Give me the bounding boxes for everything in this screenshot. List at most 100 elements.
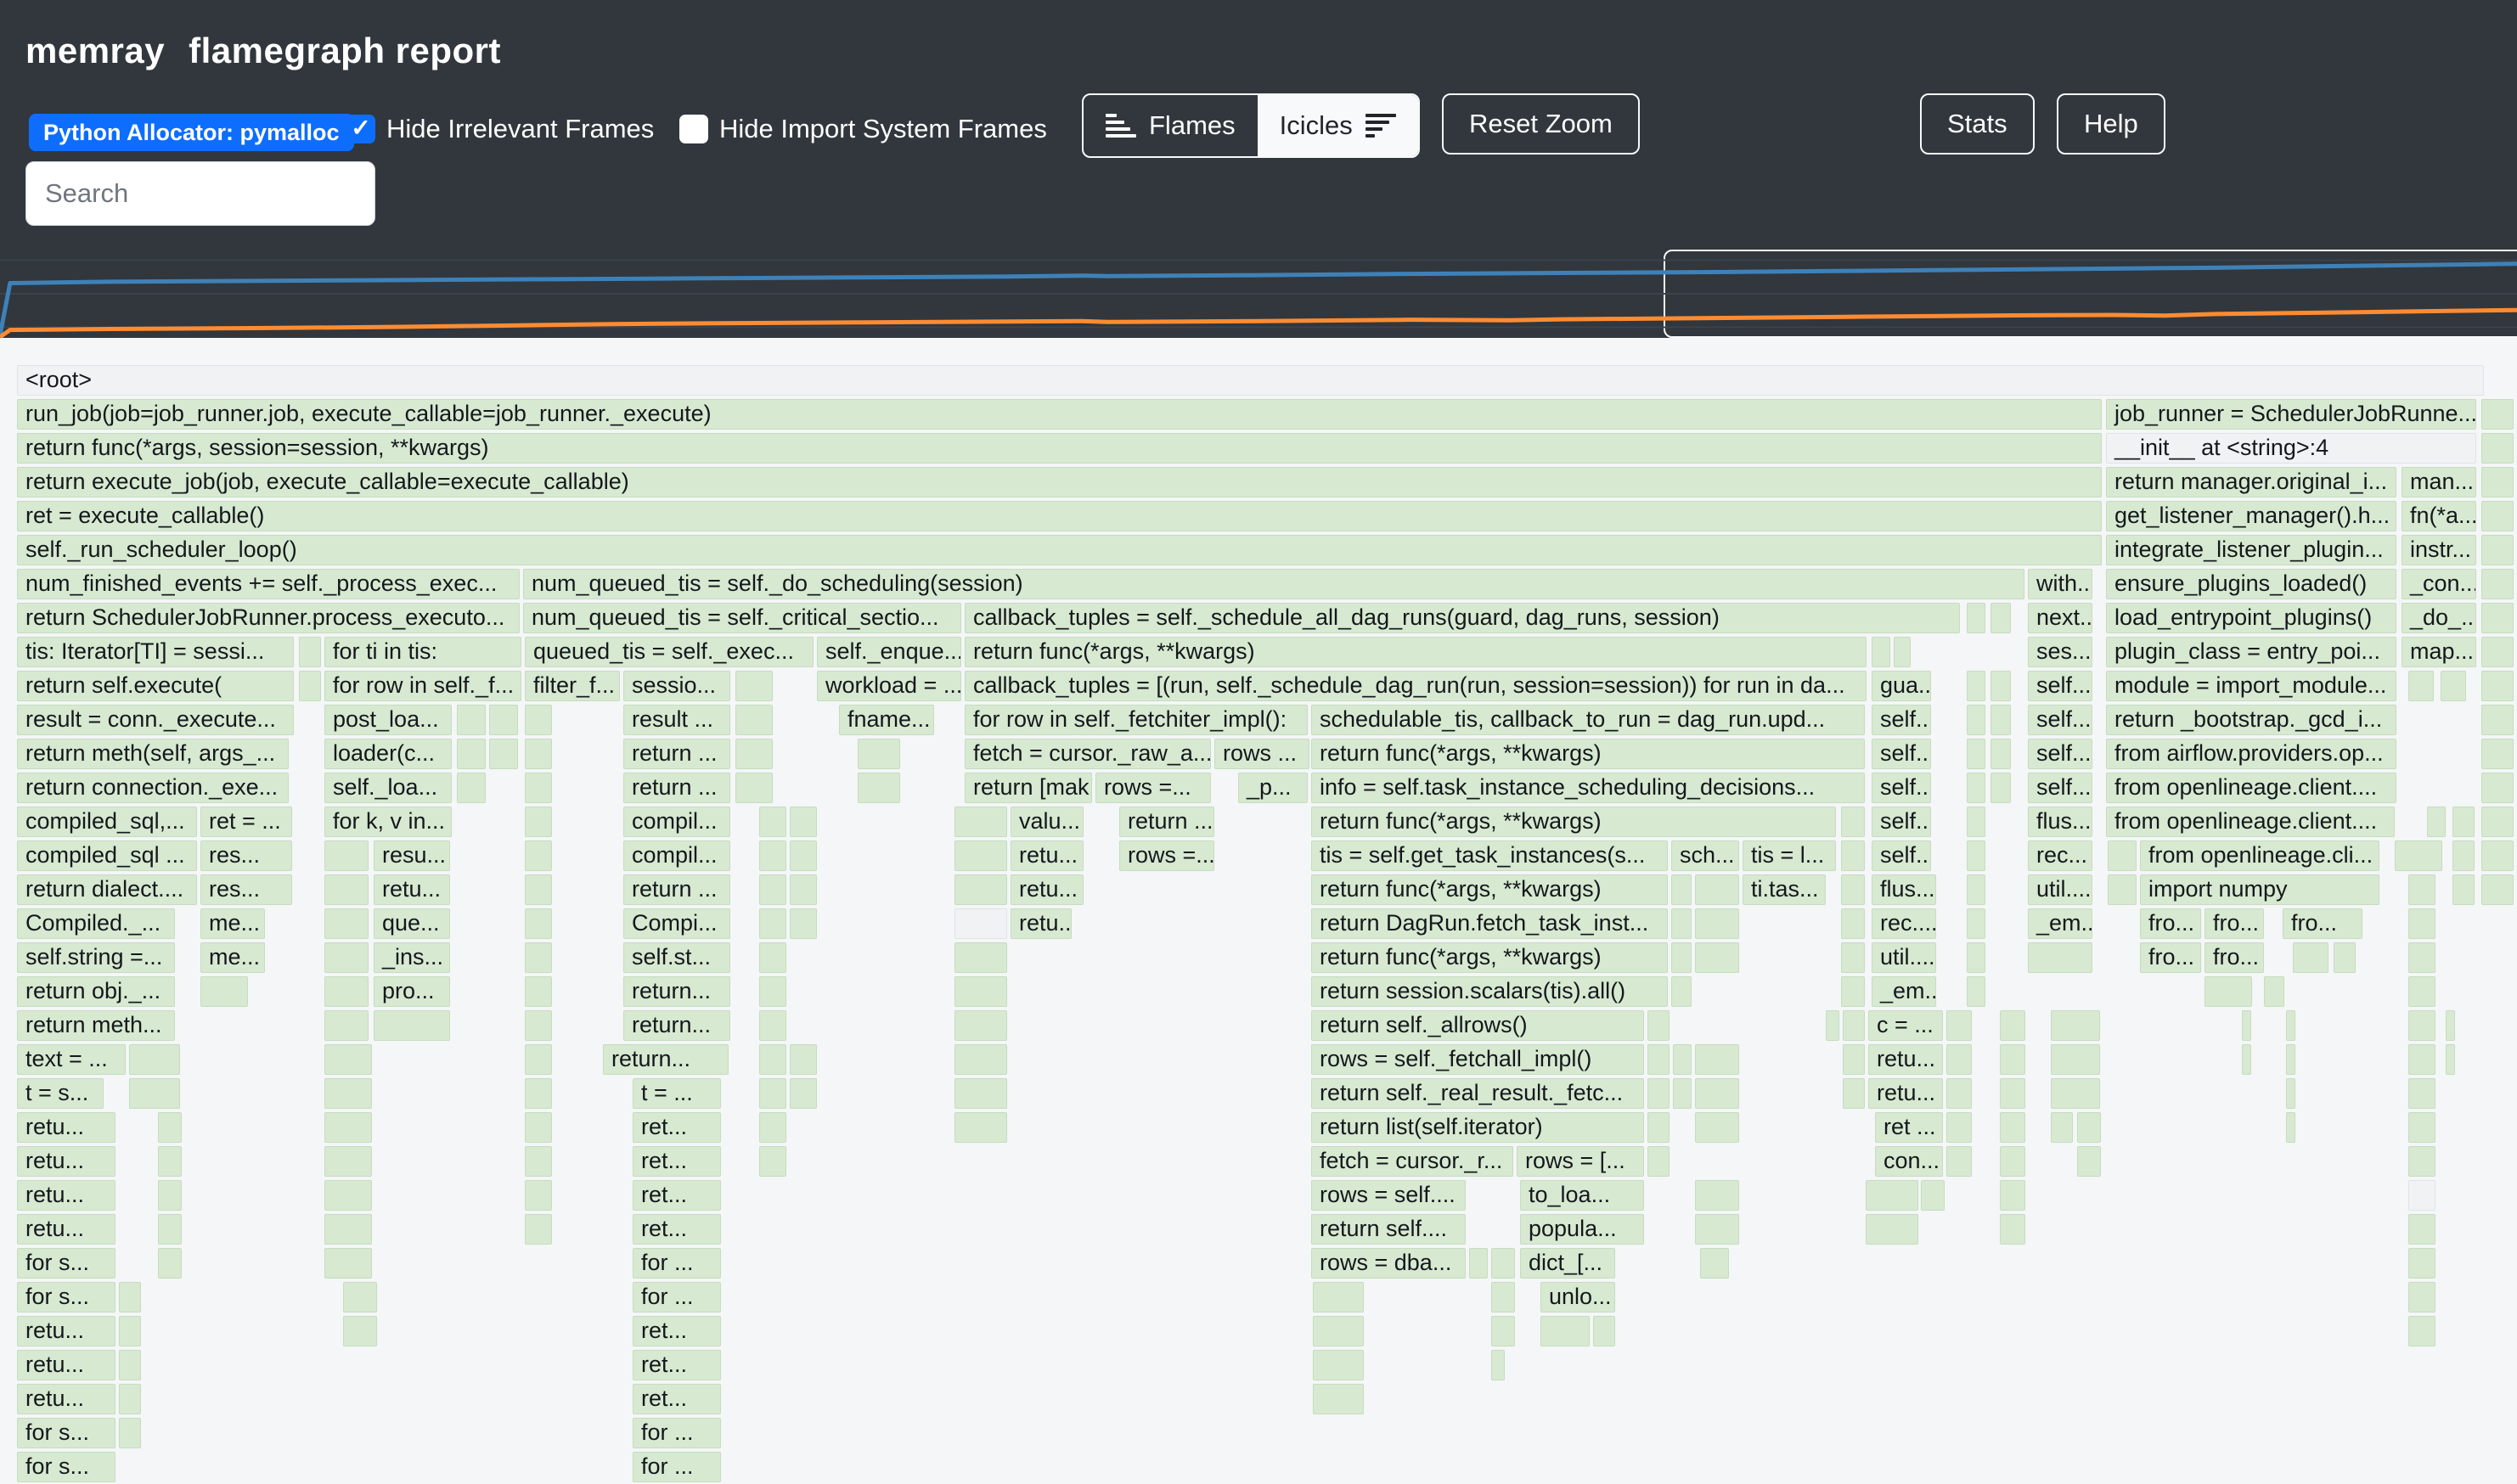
flame-cell-unlabeled[interactable] [1866,1214,1918,1245]
flame-cell-unlabeled[interactable] [790,1044,817,1075]
flame-cell[interactable]: num_queued_tis = self._critical_sectio..… [523,603,961,633]
flame-cell-unlabeled[interactable] [1841,942,1865,973]
flame-cell[interactable]: Compiled._... [17,908,175,939]
flame-cell-unlabeled[interactable] [525,840,552,871]
flame-cell[interactable]: return func(*args, **kwargs) [1311,807,1836,837]
flame-cell-unlabeled[interactable] [1946,1010,1972,1041]
flame-cell-unlabeled[interactable] [1647,1078,1670,1109]
flame-cell[interactable]: for s... [17,1282,115,1313]
flame-cell[interactable]: pro... [374,976,450,1007]
flame-cell-unlabeled[interactable] [1967,840,1985,871]
flame-cell[interactable]: for ti in tis: [324,637,521,667]
flame-cell[interactable]: return self._allrows() [1311,1010,1644,1041]
flame-cell-unlabeled[interactable] [2286,1010,2295,1041]
flame-cell-unlabeled[interactable] [2286,1078,2295,1109]
flame-cell-unlabeled[interactable] [1967,807,1985,837]
flame-cell-unlabeled[interactable] [2408,1010,2435,1041]
flame-cell[interactable]: callback_tuples = self._schedule_all_dag… [965,603,1960,633]
flame-cell-unlabeled[interactable] [2242,1010,2251,1041]
flame-cell[interactable]: retu... [17,1112,115,1143]
flame-cell-unlabeled[interactable] [525,1180,552,1211]
checkbox-unchecked-icon[interactable] [679,115,708,143]
flame-cell-unlabeled[interactable] [1695,1180,1739,1211]
flame-cell-unlabeled[interactable] [324,1248,372,1279]
search-input[interactable] [25,161,375,226]
flame-cell-unlabeled[interactable] [2481,637,2514,667]
flame-cell[interactable]: ret... [633,1316,721,1346]
flame-cell[interactable]: fn(*a... [2402,501,2476,531]
flame-cell[interactable]: return ... [1119,807,1214,837]
flame-cell-unlabeled[interactable] [324,840,369,871]
flame-cell-unlabeled[interactable] [324,942,369,973]
reset-zoom-button[interactable]: Reset Zoom [1442,93,1640,155]
flame-cell-unlabeled[interactable] [790,807,817,837]
flame-cell[interactable]: _p... [1238,773,1308,803]
flame-cell-unlabeled[interactable] [954,1010,1007,1041]
flame-cell[interactable]: return manager.original_i... [2106,467,2396,497]
flame-cell[interactable]: unlo... [1540,1282,1615,1313]
flame-cell-unlabeled[interactable] [2408,1248,2435,1279]
flame-cell-unlabeled[interactable] [2408,942,2435,973]
flame-cell[interactable]: res... [200,874,292,905]
flame-cell-unlabeled[interactable] [1991,739,2011,769]
flame-cell-unlabeled[interactable] [1671,874,1692,905]
flame-cell-unlabeled[interactable] [1946,1044,1972,1075]
flame-cell-unlabeled[interactable] [1946,1146,1972,1177]
flame-cell[interactable]: c = ... [1868,1010,1943,1041]
flame-cell-unlabeled[interactable] [1491,1316,1515,1346]
flame-cell-unlabeled[interactable] [2000,1112,2025,1143]
flame-cell-unlabeled[interactable] [1313,1384,1364,1414]
flame-cell-unlabeled[interactable] [324,1214,372,1245]
flame-cell[interactable]: dict_[... [1520,1248,1615,1279]
flame-cell[interactable]: plugin_class = entry_poi... [2106,637,2396,667]
flame-cell-unlabeled[interactable] [1313,1316,1364,1346]
flame-cell[interactable]: self.... [1872,739,1931,769]
flame-cell[interactable]: fro... [2283,908,2362,939]
flame-cell[interactable]: rows =... [1119,840,1214,871]
flame-cell-unlabeled[interactable] [324,1112,372,1143]
hide-import-system-frames-checkbox[interactable]: Hide Import System Frames [679,114,1047,144]
flame-cell-unlabeled[interactable] [2408,908,2435,939]
flame-cell-unlabeled[interactable] [1967,773,1985,803]
flame-cell[interactable]: fro... [2140,942,2201,973]
flame-cell[interactable]: self.... [1872,773,1931,803]
flame-cell[interactable]: me... [200,942,265,973]
flame-cell[interactable]: self.... [1872,840,1931,871]
flame-cell[interactable]: job_runner = SchedulerJobRunne... [2106,399,2476,430]
flame-cell[interactable]: man... [2402,467,2476,497]
flame-cell[interactable]: retu... [1868,1044,1943,1075]
flame-cell[interactable]: for s... [17,1248,115,1279]
flame-cell-unlabeled[interactable] [525,908,552,939]
flames-toggle-button[interactable]: Flames [1084,95,1258,156]
flame-cell[interactable]: self.... [1872,807,1931,837]
flame-cell-unlabeled[interactable] [1593,1316,1615,1346]
flame-cell[interactable]: retu... [1011,874,1084,905]
flame-cell-unlabeled[interactable] [2000,1146,2025,1177]
flame-cell-unlabeled[interactable] [1841,908,1865,939]
flame-cell-unlabeled[interactable] [324,1044,372,1075]
flame-cell[interactable]: retu... [374,874,450,905]
flame-cell-unlabeled[interactable] [2108,874,2137,905]
flame-cell[interactable]: return DagRun.fetch_task_inst... [1311,908,1668,939]
flame-cell-unlabeled[interactable] [1991,705,2011,735]
flame-cell-unlabeled[interactable] [2481,739,2514,769]
flame-cell-unlabeled[interactable] [457,739,486,769]
flame-cell[interactable]: t = ... [633,1078,721,1109]
flame-cell[interactable]: for row in self._f... [324,671,521,701]
flame-cell-unlabeled[interactable] [2452,874,2475,905]
flame-cell[interactable]: ret... [633,1214,721,1245]
flame-cell-unlabeled[interactable] [525,773,552,803]
flame-cell[interactable]: return ... [623,773,730,803]
flame-cell[interactable]: get_listener_manager().h... [2106,501,2396,531]
flame-cell[interactable]: to_loa... [1520,1180,1644,1211]
flame-cell[interactable]: self._enque... [817,637,961,667]
flame-cell[interactable]: _con... [2402,569,2476,599]
flame-cell[interactable]: post_loa... [324,705,452,735]
flame-cell[interactable]: sch... [1671,840,1739,871]
flame-cell[interactable]: for row in self._fetchiter_impl(): [965,705,1308,735]
flame-cell-unlabeled[interactable] [2408,1214,2435,1245]
flame-cell[interactable]: return ... [623,874,730,905]
flame-cell-unlabeled[interactable] [525,1010,552,1041]
flame-cell[interactable]: fro... [2140,908,2201,939]
flame-cell-unlabeled[interactable] [2293,942,2328,973]
